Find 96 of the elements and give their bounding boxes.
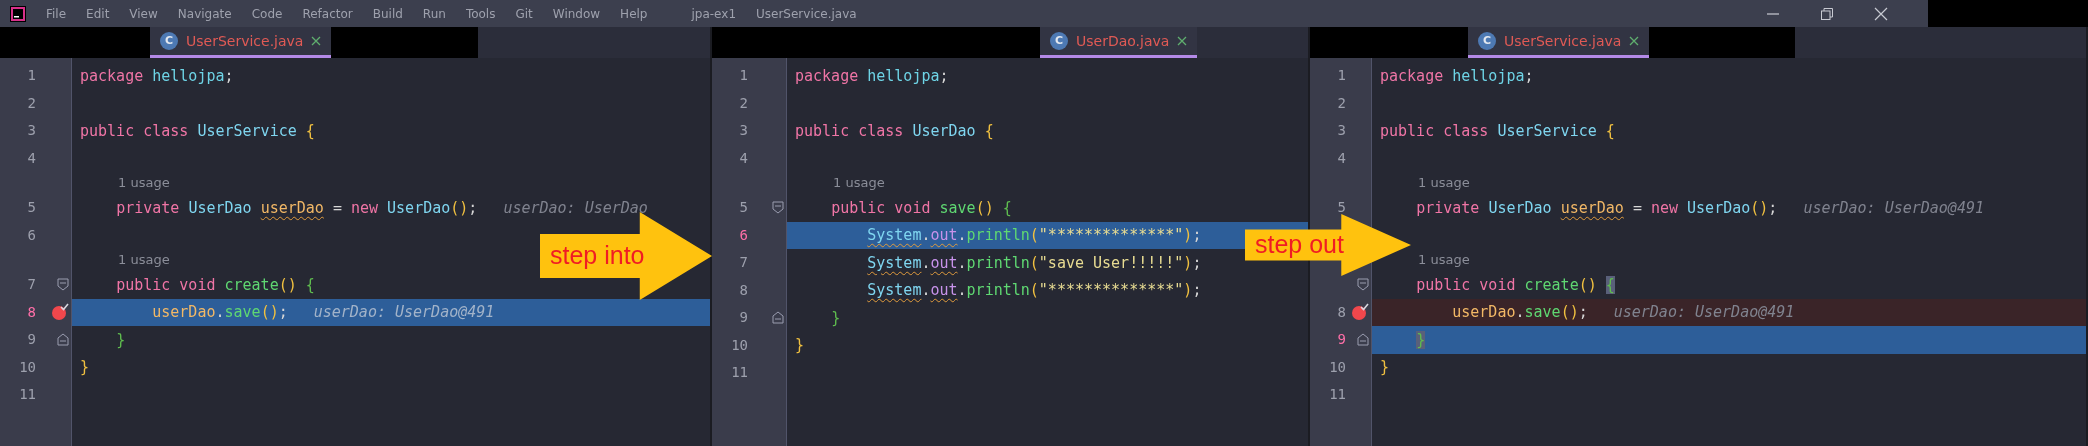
fold-icon[interactable]	[57, 278, 69, 292]
line-number: 10	[1328, 357, 1346, 377]
code-line: userDao.save();	[151, 302, 288, 323]
code-line: private UserDao userDao = new UserDao();	[115, 197, 478, 219]
line-number: 5	[738, 198, 748, 218]
line-number: 4	[26, 148, 36, 168]
line-number: 10	[730, 335, 748, 355]
usage-hint[interactable]: 1 usage	[118, 173, 170, 193]
fold-icon[interactable]	[57, 333, 69, 347]
line-number: 5	[26, 198, 36, 218]
code-line: public class UserService {	[80, 120, 315, 142]
inline-value-hint: userDao: UserDao@491	[313, 302, 495, 323]
line-number: 10	[18, 357, 36, 377]
line-number: 2	[1336, 93, 1346, 113]
line-number: 6	[738, 225, 748, 245]
menu-item[interactable]: Run	[422, 4, 446, 23]
fold-icon[interactable]	[772, 201, 784, 215]
tab-label: UserService.java	[186, 31, 304, 51]
code-line: public void save() {	[830, 197, 1012, 219]
line-number: 9	[26, 330, 36, 350]
menu-item[interactable]: Help	[620, 4, 648, 23]
code-line: public void create() {	[115, 274, 315, 296]
code-line: package hellojpa;	[80, 65, 234, 87]
line-number: 4	[1336, 148, 1346, 168]
close-icon[interactable]	[1874, 6, 1888, 21]
class-file-icon: C	[160, 32, 178, 50]
line-number: 2	[26, 93, 36, 113]
usage-hint[interactable]: 1 usage	[833, 173, 885, 193]
code-line: }	[115, 329, 126, 351]
code-line: public void create() {	[1415, 274, 1615, 296]
code-line: }	[795, 335, 805, 356]
menu-item[interactable]: Git	[515, 4, 533, 23]
editor-tab[interactable]: C UserDao.java	[1040, 27, 1198, 58]
menu-item[interactable]: Build	[372, 4, 403, 23]
tab-label: UserDao.java	[1076, 31, 1170, 51]
menu-item[interactable]: Window	[552, 4, 601, 23]
fold-icon[interactable]	[772, 311, 784, 325]
menu-item[interactable]: Tools	[465, 4, 496, 23]
breakpoint-icon[interactable]	[51, 303, 69, 322]
line-number: 1	[1336, 66, 1346, 86]
usage-hint[interactable]: 1 usage	[118, 250, 170, 270]
code-line: }	[1380, 357, 1390, 378]
inline-value-hint: userDao: UserDao@491	[1613, 302, 1795, 323]
usage-hint[interactable]: 1 usage	[1418, 250, 1470, 270]
code-line: }	[830, 307, 841, 329]
line-number: 8	[738, 280, 748, 300]
class-file-icon: C	[1050, 32, 1068, 50]
line-number: 4	[738, 148, 748, 168]
restore-icon[interactable]	[1820, 6, 1834, 21]
close-icon[interactable]	[1177, 36, 1188, 46]
code-line: System.out.println("**************");	[866, 225, 1202, 246]
editor-tab[interactable]: C UserService.java	[150, 27, 332, 58]
class-file-icon: C	[1478, 32, 1496, 50]
breakpoint-icon[interactable]	[1351, 303, 1369, 322]
line-number: 3	[26, 121, 36, 141]
code-line: }	[80, 357, 90, 378]
menu-item[interactable]: Code	[251, 4, 283, 23]
code-line: package hellojpa;	[1380, 65, 1534, 87]
code-line: package hellojpa;	[795, 65, 949, 87]
code-line: public class UserDao {	[795, 120, 994, 142]
menu-item[interactable]: Navigate	[177, 4, 232, 23]
menu-item[interactable]: Refactor	[302, 4, 353, 23]
line-number: 3	[738, 121, 748, 141]
code-line: private UserDao userDao = new UserDao();	[1415, 197, 1778, 219]
menu-item[interactable]: File	[46, 4, 67, 23]
line-number: 11	[1328, 385, 1346, 405]
code-line: System.out.println("**************");	[866, 280, 1202, 301]
line-number: 9	[1336, 330, 1346, 350]
tab-label: UserService.java	[1504, 31, 1622, 51]
editor-tab[interactable]: C UserService.java	[1468, 27, 1650, 58]
close-icon[interactable]	[1629, 36, 1640, 46]
inline-value-hint: userDao: UserDao@491	[1803, 197, 1984, 219]
code-line: public class UserService {	[1380, 120, 1615, 142]
line-number: 9	[738, 308, 748, 328]
line-number: 11	[18, 385, 36, 405]
fold-icon[interactable]	[1357, 333, 1369, 347]
line-number: 1	[738, 66, 748, 86]
menu-item[interactable]: View	[129, 4, 158, 23]
app-logo-icon[interactable]	[10, 5, 26, 22]
project-name[interactable]: jpa-ex1	[691, 4, 736, 23]
line-number: 2	[738, 93, 748, 113]
close-icon[interactable]	[311, 36, 322, 46]
line-number: 6	[26, 225, 36, 245]
file-name: UserService.java	[756, 5, 857, 23]
line-number: 7	[738, 253, 748, 273]
line-number: 1	[26, 66, 36, 86]
fold-icon[interactable]	[1357, 278, 1369, 292]
line-number: 8	[1336, 302, 1346, 322]
line-number: 7	[26, 275, 36, 295]
line-number: 11	[730, 363, 748, 383]
code-line: System.out.println("save User!!!!!");	[866, 252, 1202, 274]
usage-hint[interactable]: 1 usage	[1418, 173, 1470, 193]
menu-item[interactable]: Edit	[86, 4, 110, 23]
line-number: 3	[1336, 121, 1346, 141]
line-number: 8	[26, 302, 36, 322]
code-line: userDao.save();	[1451, 302, 1588, 323]
